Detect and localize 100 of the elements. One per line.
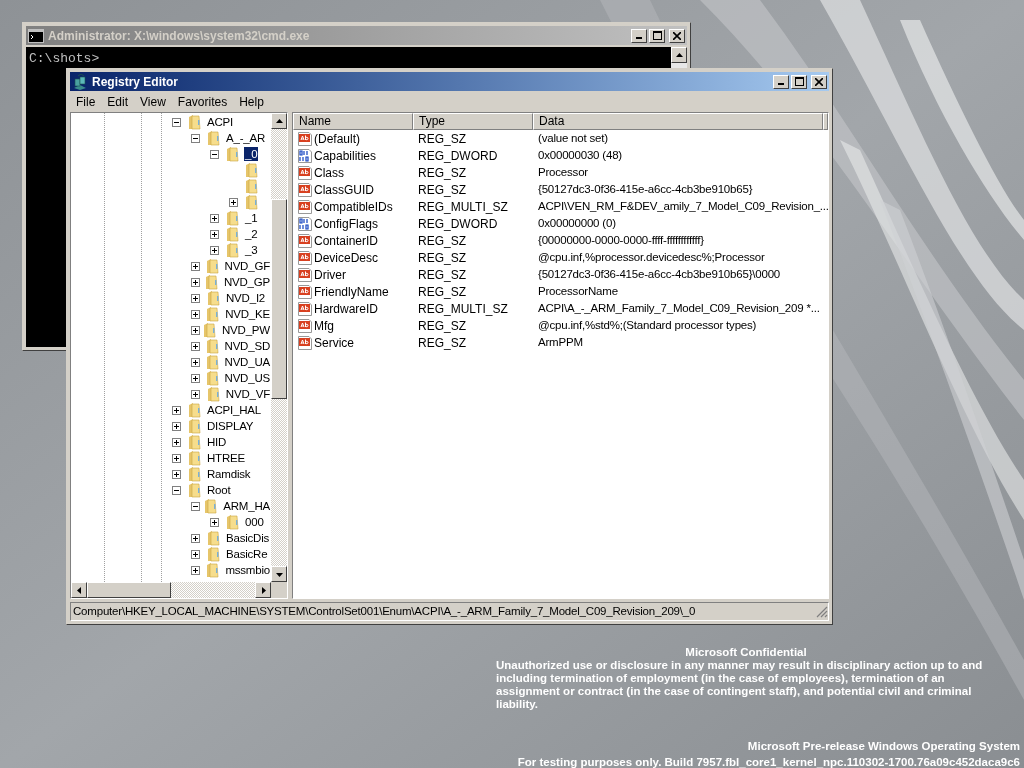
maximize-button[interactable] <box>649 28 665 43</box>
value-name[interactable]: CompatibleIDs <box>314 197 393 216</box>
close-button[interactable] <box>669 28 685 43</box>
value-name[interactable]: Capabilities <box>314 146 377 165</box>
value-name[interactable]: ContainerID <box>314 231 379 250</box>
console-app-icon <box>28 28 44 43</box>
expand-icon[interactable] <box>210 229 219 239</box>
value-name[interactable]: ClassGUID <box>314 180 374 199</box>
tree-item[interactable]: NVD_GP <box>222 275 271 289</box>
expand-icon[interactable] <box>191 277 200 287</box>
collapse-icon[interactable] <box>172 117 181 127</box>
tree-item[interactable]: _3 <box>244 243 259 257</box>
tree-item[interactable]: NVD_SD <box>223 339 271 353</box>
value-name[interactable]: Mfg <box>314 316 334 335</box>
scroll-right-button[interactable] <box>255 582 271 598</box>
tree-item[interactable]: NVD_KE <box>224 307 271 321</box>
tree-item[interactable]: NVD_UA <box>223 355 271 369</box>
maximize-button[interactable] <box>791 74 807 89</box>
value-name[interactable]: Service <box>314 333 354 352</box>
expand-icon[interactable] <box>191 293 200 303</box>
tree-item[interactable]: NVD_US <box>223 371 271 385</box>
value-data: (value not set) <box>538 132 608 145</box>
column-header[interactable]: Data <box>533 113 823 130</box>
tree-item[interactable]: NVD_I2 <box>225 291 267 305</box>
scrollbar-thumb[interactable] <box>87 582 171 598</box>
tree-item[interactable]: NVD_PW <box>221 323 271 337</box>
expand-icon[interactable] <box>172 421 181 431</box>
close-button[interactable] <box>811 74 827 89</box>
collapse-icon[interactable] <box>210 149 219 159</box>
expand-icon[interactable] <box>229 197 238 207</box>
tree-item[interactable]: BasicDis <box>225 531 271 545</box>
tree-item[interactable]: ACPI_HAL <box>206 403 262 417</box>
menu-item[interactable]: Help <box>233 92 270 111</box>
expand-icon[interactable] <box>191 373 200 383</box>
value-type: REG_SZ <box>418 182 466 197</box>
tree-item[interactable]: A_-_AR <box>225 131 267 145</box>
tree-item[interactable]: Root <box>206 483 232 497</box>
tree-item[interactable]: NVD_VF <box>224 387 271 401</box>
minimize-button[interactable] <box>631 28 647 43</box>
value-name[interactable]: Driver <box>314 265 346 284</box>
menu-item[interactable]: File <box>70 92 102 111</box>
tree-item[interactable]: _1 <box>244 211 259 225</box>
expand-icon[interactable] <box>210 213 219 223</box>
tree-item[interactable]: mssmbio <box>224 563 271 577</box>
scroll-left-button[interactable] <box>71 582 87 598</box>
expand-icon[interactable] <box>172 405 181 415</box>
menu-item[interactable]: Edit <box>101 92 135 111</box>
expand-icon[interactable] <box>191 341 200 351</box>
scroll-up-button[interactable] <box>271 113 287 129</box>
expand-icon[interactable] <box>191 261 200 271</box>
value-name[interactable]: HardwareID <box>314 299 379 318</box>
tree-item[interactable]: HID <box>206 435 228 449</box>
folder-icon <box>187 434 203 450</box>
expand-icon[interactable] <box>191 357 200 367</box>
expand-icon[interactable] <box>191 309 200 319</box>
expand-icon[interactable] <box>191 389 200 399</box>
value-type: REG_SZ <box>418 318 466 333</box>
tree-item[interactable]: DISPLAY <box>206 419 255 433</box>
expand-icon[interactable] <box>210 245 219 255</box>
tree-item[interactable]: _2 <box>244 227 259 241</box>
tree-item[interactable]: ARM_HA <box>222 499 271 513</box>
tree-item[interactable]: BasicRe <box>225 547 269 561</box>
column-header[interactable]: Name <box>293 113 413 130</box>
horizontal-scrollbar[interactable] <box>71 582 271 598</box>
menu-item[interactable]: View <box>134 92 172 111</box>
value-name[interactable]: (Default) <box>314 129 360 148</box>
tree-item[interactable]: ACPI <box>206 115 235 129</box>
scroll-up-button[interactable] <box>671 47 687 63</box>
value-type: REG_MULTI_SZ <box>418 199 508 214</box>
expand-icon[interactable] <box>172 469 181 479</box>
tree-item[interactable]: 000 <box>244 515 265 529</box>
tree-item[interactable]: Ramdisk <box>206 467 252 481</box>
expand-icon[interactable] <box>191 325 200 335</box>
tree-item[interactable]: _0 <box>244 147 259 161</box>
expand-icon[interactable] <box>191 549 200 559</box>
value-name[interactable]: DeviceDesc <box>314 248 379 267</box>
expand-icon[interactable] <box>172 437 181 447</box>
collapse-icon[interactable] <box>172 485 181 495</box>
value-name[interactable]: ConfigFlags <box>314 214 379 233</box>
tree-item[interactable]: HTREE <box>206 451 246 465</box>
value-name[interactable]: FriendlyName <box>314 282 389 301</box>
tree-item[interactable]: NVD_GF <box>223 259 271 273</box>
minimize-button[interactable] <box>773 74 789 89</box>
expand-icon[interactable] <box>210 517 219 527</box>
scroll-down-button[interactable] <box>271 566 287 582</box>
expand-icon[interactable] <box>191 565 200 575</box>
value-data: 0x00000030 (48) <box>538 149 622 162</box>
collapse-icon[interactable] <box>191 133 200 143</box>
binary-value-icon <box>297 215 313 232</box>
window-title: Administrator: X:\windows\system32\cmd.exe <box>48 27 311 45</box>
value-name[interactable]: Class <box>314 163 344 182</box>
folder-icon <box>187 466 203 482</box>
expand-icon[interactable] <box>172 453 181 463</box>
vertical-scrollbar[interactable] <box>271 113 287 582</box>
menu-item[interactable]: Favorites <box>171 92 234 111</box>
registry-app-icon <box>72 73 88 90</box>
expand-icon[interactable] <box>191 533 200 543</box>
collapse-icon[interactable] <box>191 501 200 511</box>
column-header[interactable]: Type <box>413 113 533 130</box>
scrollbar-thumb[interactable] <box>271 199 287 399</box>
